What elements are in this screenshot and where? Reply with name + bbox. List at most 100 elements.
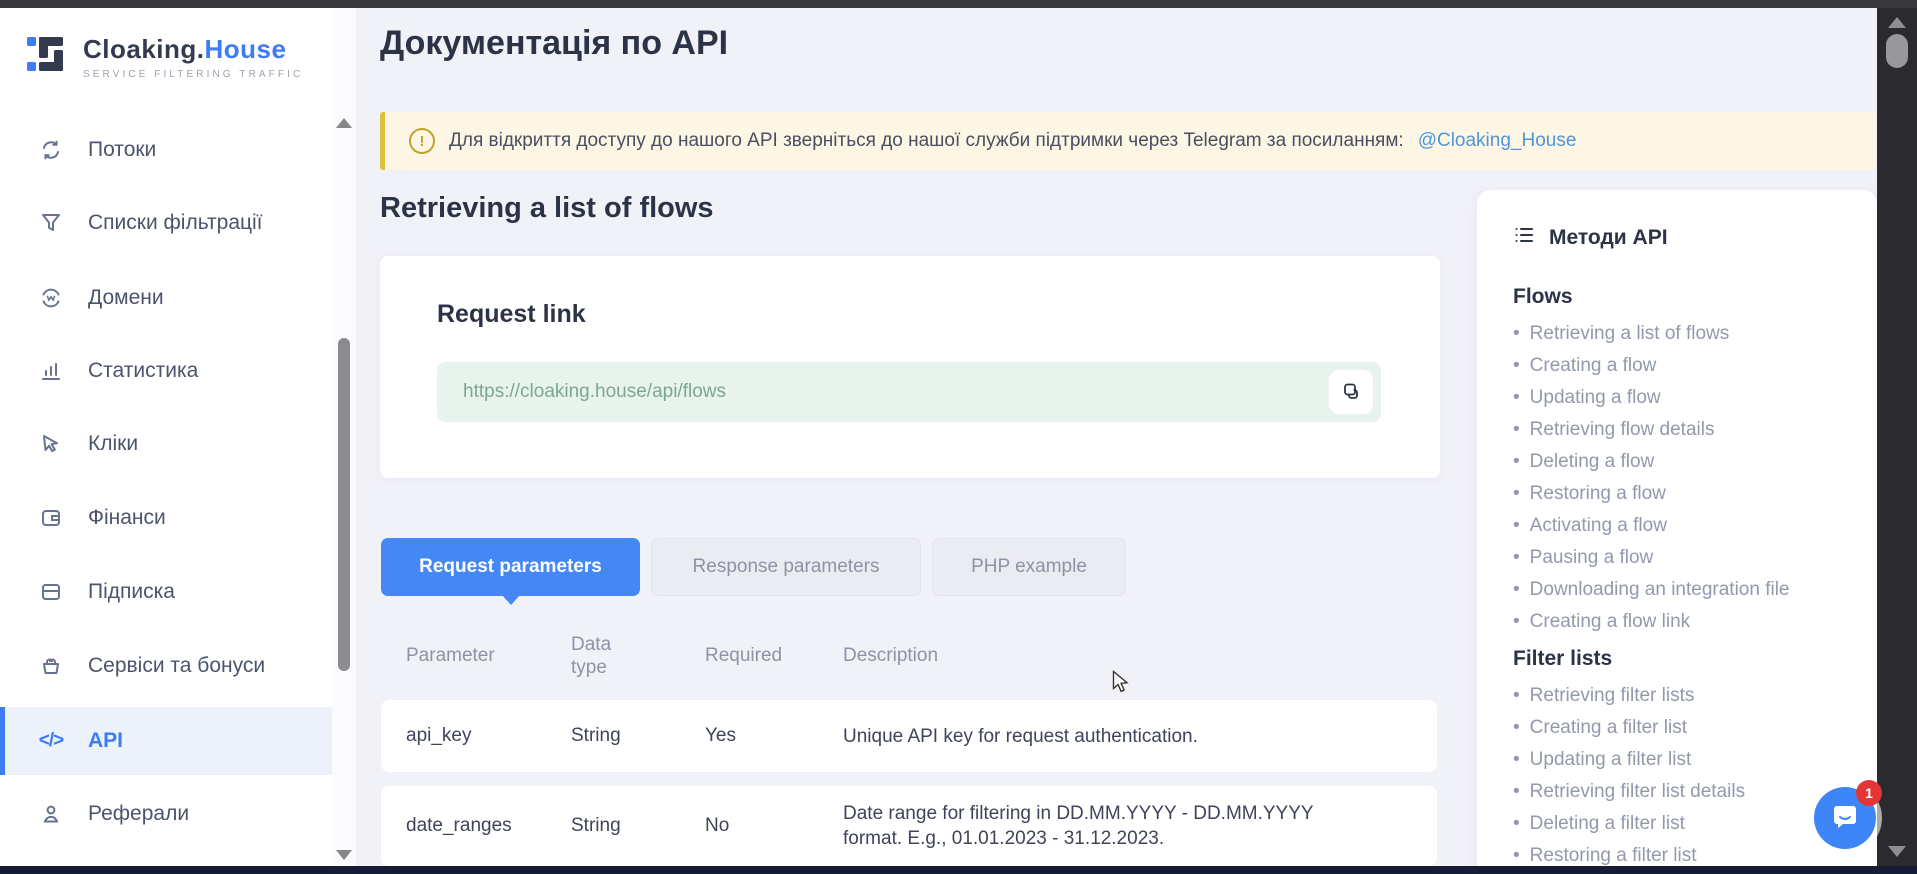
section-heading: Retrieving a list of flows [380, 192, 714, 225]
method-link[interactable]: •Creating a flow link [1513, 606, 1857, 638]
sidebar-item-label: API [88, 729, 123, 753]
finance-wallet-icon [38, 505, 64, 531]
logo-icon [25, 30, 69, 83]
list-icon [1513, 224, 1535, 252]
sidebar-scroll-down-arrow[interactable] [336, 850, 352, 860]
method-link[interactable]: •Retrieving filter lists [1513, 680, 1857, 712]
telegram-link[interactable]: @Cloaking_House [1418, 130, 1577, 152]
method-link[interactable]: •Downloading an integration file [1513, 574, 1857, 606]
methods-group-filter-lists: Filter lists [1513, 644, 1857, 674]
sidebar-scroll-thumb[interactable] [338, 338, 350, 671]
statistics-bars-icon [38, 358, 64, 384]
methods-group-flows: Flows [1513, 282, 1857, 312]
sidebar-scrollbar [332, 8, 356, 866]
sidebar-item-domains[interactable]: Домени [0, 266, 332, 330]
window-top-strip [0, 0, 1917, 8]
bullet: • [1513, 382, 1520, 414]
table-row: api_key String Yes Unique API key for re… [381, 700, 1437, 772]
method-link[interactable]: •Retrieving flow details [1513, 414, 1857, 446]
sidebar-item-clicks[interactable]: Кліки [0, 412, 332, 476]
method-link[interactable]: •Updating a flow [1513, 382, 1857, 414]
scroll-down-arrow[interactable] [1888, 846, 1906, 857]
active-tab-pointer [502, 595, 520, 605]
method-link[interactable]: •Retrieving filter list details [1513, 776, 1857, 808]
method-link[interactable]: •Updating a filter list [1513, 744, 1857, 776]
referrals-person-icon [38, 801, 64, 827]
column-header-data-type: Data type [571, 633, 705, 679]
sidebar: Cloaking.House SERVICE FILTERING TRAFFIC… [0, 8, 356, 866]
scroll-thumb[interactable] [1886, 34, 1908, 68]
cell-parameter: date_ranges [406, 815, 571, 837]
tab-php-example[interactable]: PHP example [932, 538, 1126, 596]
request-link-card: Request link https://cloaking.house/api/… [380, 256, 1440, 478]
chat-support-button[interactable]: 1 [1814, 787, 1876, 849]
tab-label: Request parameters [419, 556, 602, 578]
parameter-tabs: Request parameters Response parameters P… [381, 538, 1126, 596]
filter-funnel-icon [38, 210, 64, 236]
column-header-required: Required [705, 645, 843, 667]
method-link[interactable]: •Pausing a flow [1513, 542, 1857, 574]
sidebar-item-subscription[interactable]: Підписка [0, 560, 332, 624]
bullet: • [1513, 510, 1520, 542]
cell-description: Unique API key for request authenticatio… [843, 724, 1363, 749]
bullet: • [1513, 318, 1520, 350]
sidebar-item-label: Списки фільтрації [88, 211, 263, 235]
sidebar-item-label: Потоки [88, 138, 156, 162]
bullet: • [1513, 478, 1520, 510]
bullet: • [1513, 446, 1520, 478]
api-methods-panel: Методи API Flows •Retrieving a list of f… [1477, 190, 1877, 874]
column-header-parameter: Parameter [406, 645, 571, 667]
info-banner-text: Для відкриття доступу до нашого API звер… [449, 130, 1404, 152]
sidebar-item-finance[interactable]: Фінанси [0, 486, 332, 550]
sidebar-item-filter-lists[interactable]: Списки фільтрації [0, 191, 332, 255]
bullet: • [1513, 414, 1520, 446]
sidebar-item-label: Статистика [88, 359, 198, 383]
request-link-title: Request link [437, 300, 586, 329]
app-root: Cloaking.House SERVICE FILTERING TRAFFIC… [0, 0, 1917, 874]
bullet: • [1513, 606, 1520, 638]
info-banner: ! Для відкриття доступу до нашого API зв… [380, 112, 1876, 170]
table-header-row: Parameter Data type Required Description [381, 618, 1437, 694]
sidebar-item-services[interactable]: Сервіси та бонуси [0, 634, 332, 698]
logo[interactable]: Cloaking.House SERVICE FILTERING TRAFFIC [25, 30, 303, 83]
sidebar-item-label: Фінанси [88, 506, 166, 530]
cell-parameter: api_key [406, 725, 571, 747]
sidebar-item-referrals[interactable]: Реферали [0, 782, 332, 846]
bullet: • [1513, 680, 1520, 712]
cell-required: Yes [705, 725, 843, 747]
method-link[interactable]: •Creating a flow [1513, 350, 1857, 382]
tab-request-parameters[interactable]: Request parameters [381, 538, 640, 596]
sidebar-item-label: Сервіси та бонуси [88, 654, 265, 678]
method-link[interactable]: •Creating a filter list [1513, 712, 1857, 744]
bullet: • [1513, 744, 1520, 776]
method-link[interactable]: •Deleting a filter list [1513, 808, 1857, 840]
request-url-text: https://cloaking.house/api/flows [463, 381, 1329, 403]
method-link[interactable]: •Activating a flow [1513, 510, 1857, 542]
clicks-cursor-icon [38, 431, 64, 457]
services-gift-icon [38, 653, 64, 679]
sidebar-item-label: Кліки [88, 432, 138, 456]
copy-button[interactable] [1329, 370, 1373, 414]
method-link[interactable]: •Deleting a flow [1513, 446, 1857, 478]
bullet: • [1513, 574, 1520, 606]
tab-response-parameters[interactable]: Response parameters [651, 538, 921, 596]
method-link[interactable]: •Restoring a flow [1513, 478, 1857, 510]
sidebar-item-api[interactable]: </> API [0, 707, 332, 775]
sidebar-item-flows[interactable]: Потоки [0, 118, 332, 182]
subscription-card-icon [38, 579, 64, 605]
domains-globe-icon [38, 285, 64, 311]
method-link[interactable]: •Retrieving a list of flows [1513, 318, 1857, 350]
bullet: • [1513, 808, 1520, 840]
scroll-up-arrow[interactable] [1888, 17, 1906, 28]
bullet: • [1513, 776, 1520, 808]
logo-title: Cloaking.House [83, 34, 303, 65]
sidebar-item-label: Домени [88, 286, 164, 310]
window-bottom-strip [0, 866, 1917, 874]
request-url-field[interactable]: https://cloaking.house/api/flows [437, 362, 1381, 422]
tab-label: Response parameters [693, 556, 880, 578]
warning-icon: ! [409, 128, 435, 154]
sidebar-item-statistics[interactable]: Статистика [0, 339, 332, 403]
sidebar-item-label: Підписка [88, 580, 175, 604]
sidebar-scroll-up-arrow[interactable] [336, 118, 352, 128]
cell-description: Date range for filtering in DD.MM.YYYY -… [843, 801, 1363, 851]
